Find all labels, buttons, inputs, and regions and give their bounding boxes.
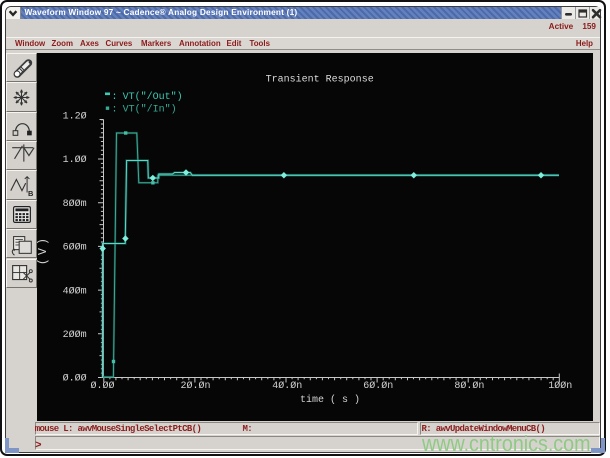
svg-text:Ø.ØØ: Ø.ØØ	[63, 372, 87, 384]
svg-text:6ØØm: 6ØØm	[63, 241, 87, 253]
svg-text:VT("/Out"): VT("/Out")	[123, 91, 183, 103]
svg-text:8Ø.Øn: 8Ø.Øn	[454, 380, 484, 392]
svg-text:4Ø.Øn: 4Ø.Øn	[272, 380, 302, 392]
svg-text:time ( s ): time ( s )	[300, 394, 360, 406]
svg-text::: :	[112, 104, 118, 115]
svg-text:(V): (V)	[37, 234, 50, 264]
svg-text:6Ø.Øn: 6Ø.Øn	[363, 380, 393, 392]
svg-text:2ØØm: 2ØØm	[63, 329, 87, 341]
svg-text::: :	[112, 92, 118, 103]
svg-text:Transient Response: Transient Response	[266, 73, 374, 85]
svg-text:2Ø.Øn: 2Ø.Øn	[180, 380, 210, 392]
svg-text:B: B	[28, 189, 34, 198]
svg-text:4ØØm: 4ØØm	[63, 285, 87, 297]
svg-text:1.2Ø: 1.2Ø	[63, 110, 87, 122]
svg-text:8ØØm: 8ØØm	[63, 197, 87, 209]
svg-text:Ø.ØØ: Ø.ØØ	[90, 380, 114, 392]
svg-text:1.ØØ: 1.ØØ	[63, 154, 87, 166]
svg-text:VT("/In"): VT("/In")	[123, 103, 177, 115]
svg-text:1ØØn: 1ØØn	[548, 380, 572, 392]
